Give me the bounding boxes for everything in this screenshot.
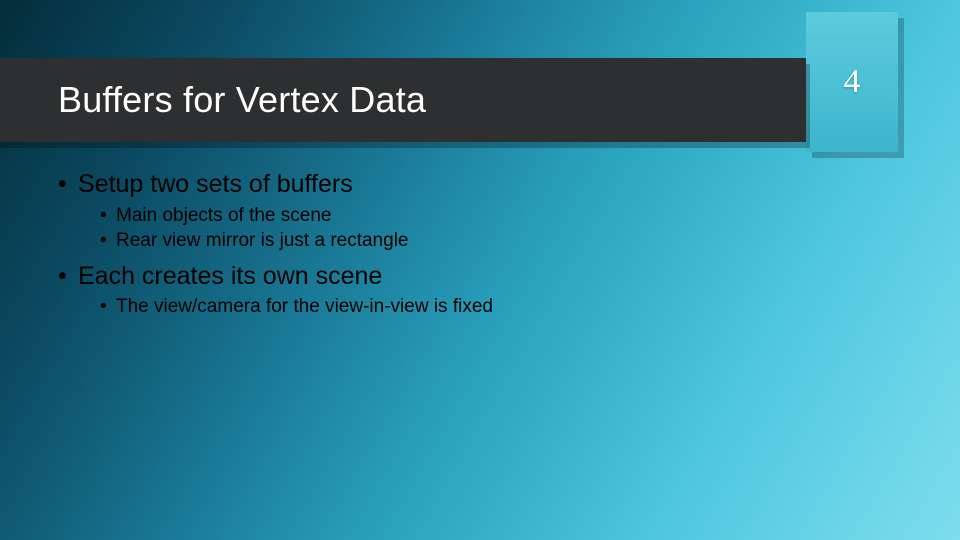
bullet-text: Main objects of the scene xyxy=(116,205,331,226)
bullet-level1: Setup two sets of buffers Main objects o… xyxy=(58,168,920,254)
slide-body: Setup two sets of buffers Main objects o… xyxy=(58,168,920,326)
bullet-text: Rear view mirror is just a rectangle xyxy=(116,230,408,251)
bullet-text: The view/camera for the view-in-view is … xyxy=(116,296,493,317)
bullet-text: Each creates its own scene xyxy=(78,262,382,290)
bullet-level2: The view/camera for the view-in-view is … xyxy=(78,294,920,320)
bullet-level2: Main objects of the scene xyxy=(78,203,920,229)
bullet-level1: Each creates its own scene The view/came… xyxy=(58,260,920,320)
slide-title: Buffers for Vertex Data xyxy=(58,79,426,121)
title-bar-bg: Buffers for Vertex Data xyxy=(0,58,806,142)
bullet-level2: Rear view mirror is just a rectangle xyxy=(78,228,920,254)
title-bar: Buffers for Vertex Data xyxy=(0,58,960,142)
bullet-text: Setup two sets of buffers xyxy=(78,170,353,198)
